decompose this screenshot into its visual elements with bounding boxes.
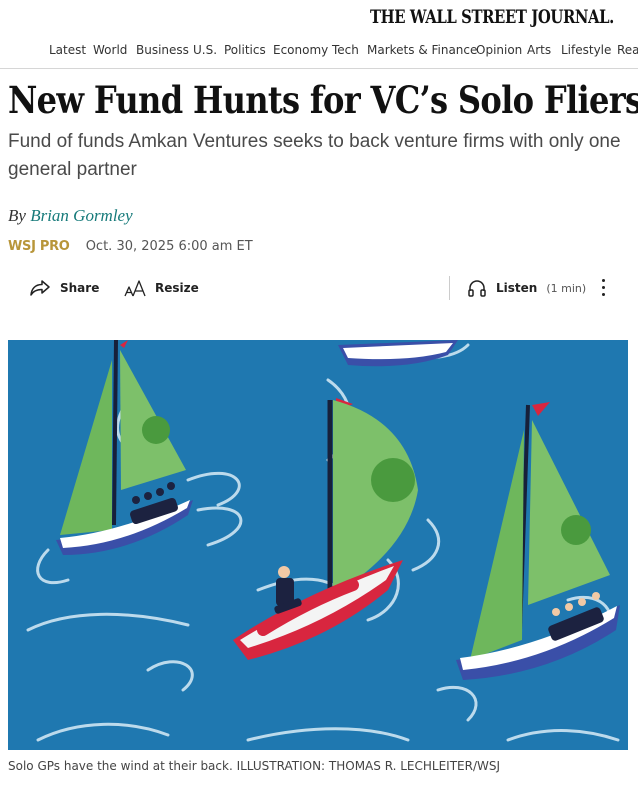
headphones-icon	[468, 280, 486, 297]
article-meta: WSJ PRO Oct. 30, 2025 6:00 am ET	[8, 239, 253, 254]
article-dek: Fund of funds Amkan Ventures seeks to ba…	[8, 131, 621, 180]
nav-item-economy[interactable]: Economy	[273, 43, 328, 57]
nav-item-latest[interactable]: Latest	[49, 43, 86, 57]
author-link[interactable]: Brian Gormley	[30, 206, 132, 225]
text-resize-icon	[124, 280, 146, 297]
headline: New Fund Hunts for VC’s Solo Fliers	[8, 78, 638, 122]
masthead: THE WALL STREET JOURNAL.	[0, 0, 638, 36]
byline-prefix: By	[8, 206, 26, 225]
nav-item-tech[interactable]: Tech	[332, 43, 359, 57]
listen-label: Listen	[496, 281, 538, 295]
listen-duration: (1 min)	[546, 281, 587, 295]
nav-item-politics[interactable]: Politics	[224, 43, 266, 57]
publish-date: Oct. 30, 2025 6:00 am ET	[85, 239, 253, 254]
nav-item-real-estate[interactable]: Rea	[617, 43, 638, 57]
section-nav: Latest World Business U.S. Politics Econ…	[0, 40, 638, 69]
share-button[interactable]: Share	[29, 276, 99, 300]
wsj-logo[interactable]: THE WALL STREET JOURNAL.	[370, 6, 614, 28]
byline: By Brian Gormley	[8, 206, 133, 226]
nav-item-lifestyle[interactable]: Lifestyle	[561, 43, 611, 57]
nav-item-markets-finance[interactable]: Markets & Finance	[367, 43, 477, 57]
nav-item-opinion[interactable]: Opinion	[476, 43, 522, 57]
sailboats-illustration	[8, 340, 628, 750]
listen-button[interactable]: Listen (1 min)	[467, 276, 586, 300]
article-toolbar: Share Resize Listen (1 min)	[0, 270, 638, 306]
resize-label: Resize	[155, 281, 199, 295]
toolbar-divider	[449, 276, 450, 300]
nav-item-business[interactable]: Business	[136, 43, 189, 57]
resize-button[interactable]: Resize	[124, 276, 199, 300]
nav-item-world[interactable]: World	[93, 43, 127, 57]
nav-item-arts[interactable]: Arts	[527, 43, 551, 57]
share-arrow-icon	[30, 280, 50, 296]
section-kicker[interactable]: WSJ PRO	[8, 239, 70, 254]
image-caption: Solo GPs have the wind at their back. IL…	[8, 759, 501, 773]
more-options-button[interactable]	[595, 276, 611, 302]
share-label: Share	[60, 281, 100, 295]
nav-item-us[interactable]: U.S.	[193, 43, 217, 57]
article-illustration	[8, 340, 628, 750]
vertical-ellipsis-icon	[595, 279, 611, 296]
